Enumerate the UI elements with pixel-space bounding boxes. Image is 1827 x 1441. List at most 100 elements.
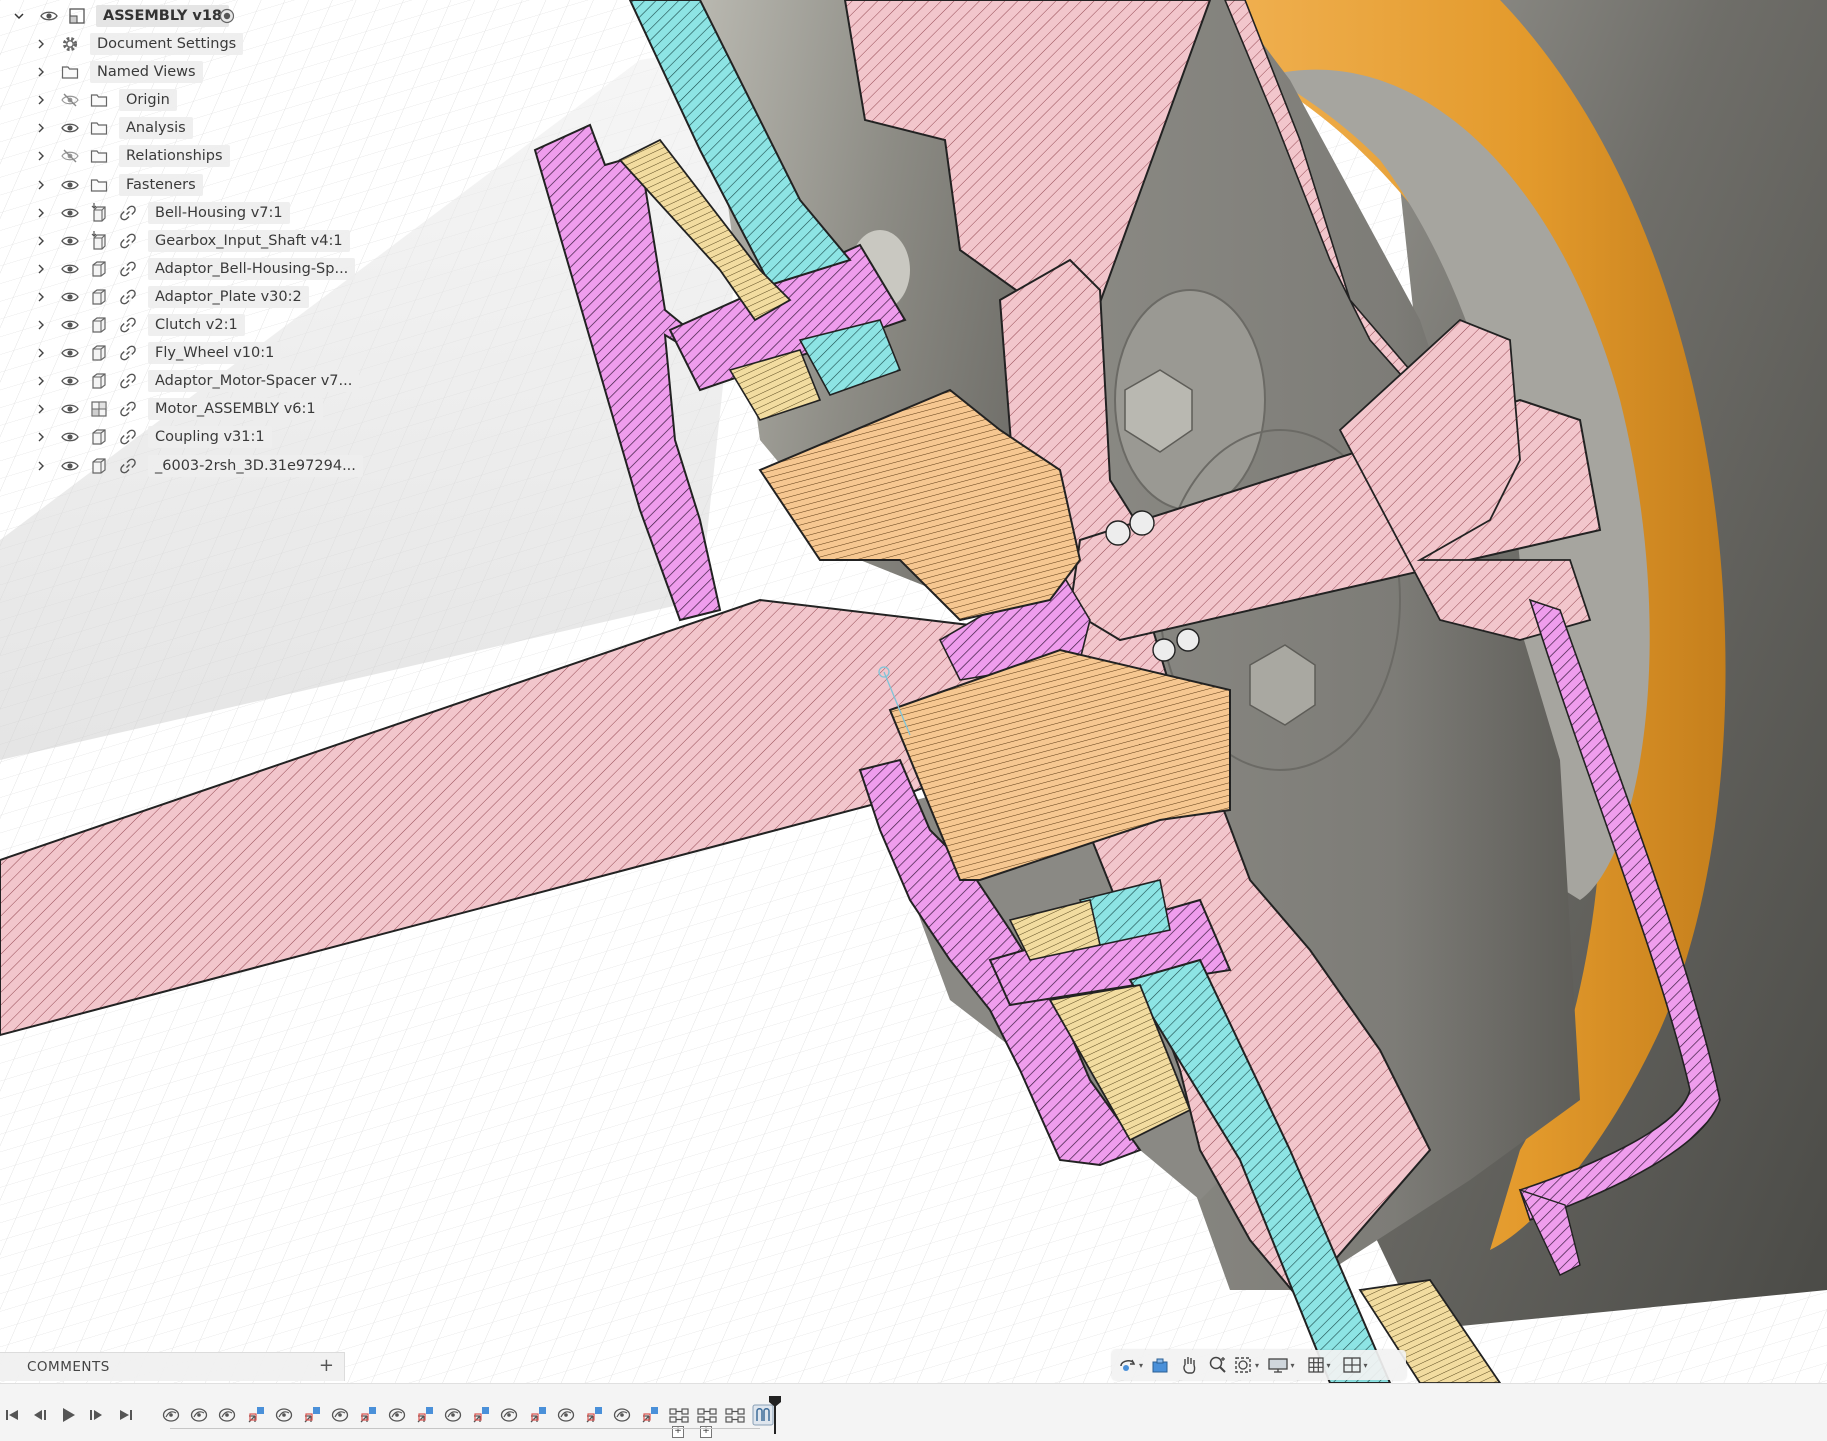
browser-row[interactable]: Relationships xyxy=(0,144,340,168)
browser-root-row[interactable]: ASSEMBLY v18 xyxy=(0,4,300,28)
comments-panel[interactable]: COMMENTS + xyxy=(0,1352,345,1381)
chevron-right-icon[interactable] xyxy=(32,397,50,421)
browser-row[interactable]: Adaptor_Plate v30:2 xyxy=(0,285,340,309)
chevron-right-icon[interactable] xyxy=(32,173,50,197)
play-icon[interactable] xyxy=(56,1403,80,1427)
browser-item-label[interactable]: Named Views xyxy=(90,61,203,84)
browser-row[interactable]: Analysis xyxy=(0,116,340,140)
timeline-joint-icon[interactable] xyxy=(498,1404,520,1426)
orbit-icon[interactable]: ▾ xyxy=(1116,1352,1145,1378)
browser-row[interactable]: Origin xyxy=(0,88,340,112)
browser-item-label[interactable]: Fly_Wheel v10:1 xyxy=(148,342,282,365)
go-to-start-icon[interactable] xyxy=(0,1403,24,1427)
browser-item-label[interactable]: Document Settings xyxy=(90,33,244,55)
browser-item-label[interactable]: Clutch v2:1 xyxy=(148,314,245,336)
timeline-rigid-group-icon[interactable] xyxy=(668,1404,690,1426)
timeline-joint-icon[interactable] xyxy=(611,1404,633,1426)
browser-row[interactable]: Coupling v31:1 xyxy=(0,425,340,449)
go-to-end-icon[interactable] xyxy=(114,1403,138,1427)
timeline-rigid-group-icon[interactable] xyxy=(696,1404,718,1426)
browser-item-label[interactable]: Fasteners xyxy=(119,173,203,196)
radio-active-icon[interactable] xyxy=(216,4,238,28)
eye-icon[interactable] xyxy=(59,454,81,478)
browser-row[interactable]: Named Views xyxy=(0,60,340,84)
zoom-icon[interactable] xyxy=(1203,1352,1232,1378)
timeline-as-built-joint-icon[interactable] xyxy=(245,1404,267,1426)
eye-icon[interactable] xyxy=(59,313,81,337)
timeline-marker[interactable] xyxy=(768,1396,782,1434)
chevron-right-icon[interactable] xyxy=(32,116,50,140)
browser-row[interactable]: Gearbox_Input_Shaft v4:1 xyxy=(0,229,350,253)
chevron-right-icon[interactable] xyxy=(32,229,50,253)
eye-icon[interactable] xyxy=(38,4,60,28)
browser-item-label[interactable]: Analysis xyxy=(119,117,193,140)
fit-icon[interactable]: ▾ xyxy=(1232,1352,1261,1378)
display-settings-icon[interactable]: ▾ xyxy=(1261,1352,1301,1378)
grid-icon[interactable]: ▾ xyxy=(1301,1352,1337,1378)
timeline-as-built-joint-icon[interactable] xyxy=(414,1404,436,1426)
browser-item-label[interactable]: Motor_ASSEMBLY v6:1 xyxy=(148,398,323,421)
pan-icon[interactable] xyxy=(1174,1352,1203,1378)
eye-icon[interactable] xyxy=(59,201,81,225)
browser-item-label[interactable]: Bell-Housing v7:1 xyxy=(148,201,290,224)
chevron-right-icon[interactable] xyxy=(32,341,50,365)
eye-icon[interactable] xyxy=(59,341,81,365)
timeline-joint-icon[interactable] xyxy=(273,1404,295,1426)
browser-row[interactable]: Adaptor_Motor-Spacer v7... xyxy=(0,369,360,393)
browser-item-label[interactable]: Adaptor_Bell-Housing-Sp... xyxy=(148,257,356,280)
eye-icon[interactable] xyxy=(59,397,81,421)
browser-row[interactable]: Adaptor_Bell-Housing-Sp... xyxy=(0,257,356,281)
timeline-joint-icon[interactable] xyxy=(329,1404,351,1426)
browser-row[interactable]: Clutch v2:1 xyxy=(0,313,340,337)
browser-item-label[interactable]: Coupling v31:1 xyxy=(148,426,272,449)
look-at-icon[interactable] xyxy=(1145,1352,1174,1378)
timeline-as-built-joint-icon[interactable] xyxy=(527,1404,549,1426)
timeline-as-built-joint-icon[interactable] xyxy=(470,1404,492,1426)
timeline-joint-icon[interactable] xyxy=(386,1404,408,1426)
timeline-joint-icon[interactable] xyxy=(188,1404,210,1426)
browser-item-label[interactable]: Relationships xyxy=(119,145,230,168)
chevron-right-icon[interactable] xyxy=(32,454,50,478)
browser-row[interactable]: Motor_ASSEMBLY v6:1 xyxy=(0,397,340,421)
timeline-as-built-joint-icon[interactable] xyxy=(301,1404,323,1426)
timeline-as-built-joint-icon[interactable] xyxy=(357,1404,379,1426)
browser-item-label[interactable]: Gearbox_Input_Shaft v4:1 xyxy=(148,229,350,252)
eye-icon[interactable] xyxy=(59,173,81,197)
timeline-joint-icon[interactable] xyxy=(442,1404,464,1426)
eye-icon[interactable] xyxy=(59,369,81,393)
timeline-joint-icon[interactable] xyxy=(160,1404,182,1426)
browser-row[interactable]: Fasteners xyxy=(0,173,340,197)
chevron-right-icon[interactable] xyxy=(32,32,50,56)
eye-icon[interactable] xyxy=(59,425,81,449)
chevron-down-icon[interactable] xyxy=(10,4,28,28)
timeline-as-built-joint-icon[interactable] xyxy=(583,1404,605,1426)
chevron-right-icon[interactable] xyxy=(32,144,50,168)
browser-item-label[interactable]: Adaptor_Plate v30:2 xyxy=(148,285,309,308)
browser-item-label[interactable]: Adaptor_Motor-Spacer v7... xyxy=(148,370,360,393)
viewports-icon[interactable]: ▾ xyxy=(1337,1352,1373,1378)
chevron-right-icon[interactable] xyxy=(32,369,50,393)
chevron-right-icon[interactable] xyxy=(32,201,50,225)
step-back-icon[interactable] xyxy=(28,1403,52,1427)
eye-icon[interactable] xyxy=(59,116,81,140)
step-forward-icon[interactable] xyxy=(84,1403,108,1427)
chevron-right-icon[interactable] xyxy=(32,88,50,112)
browser-row[interactable]: _6003-2rsh_3D.31e97294... xyxy=(0,454,363,478)
eye-hidden-icon[interactable] xyxy=(59,88,81,112)
chevron-right-icon[interactable] xyxy=(32,425,50,449)
assembly-root-label[interactable]: ASSEMBLY v18 xyxy=(96,5,230,27)
browser-row[interactable]: Fly_Wheel v10:1 xyxy=(0,341,340,365)
eye-icon[interactable] xyxy=(59,285,81,309)
browser-row[interactable]: Bell-Housing v7:1 xyxy=(0,201,340,225)
eye-hidden-icon[interactable] xyxy=(59,144,81,168)
chevron-right-icon[interactable] xyxy=(32,60,50,84)
timeline-rigid-group-icon[interactable] xyxy=(724,1404,746,1426)
add-comment-button[interactable]: + xyxy=(319,1355,334,1376)
browser-item-label[interactable]: Origin xyxy=(119,89,177,112)
timeline-as-built-joint-icon[interactable] xyxy=(639,1404,661,1426)
timeline-joint-icon[interactable] xyxy=(216,1404,238,1426)
chevron-right-icon[interactable] xyxy=(32,285,50,309)
eye-icon[interactable] xyxy=(59,229,81,253)
timeline-joint-icon[interactable] xyxy=(555,1404,577,1426)
chevron-right-icon[interactable] xyxy=(32,313,50,337)
